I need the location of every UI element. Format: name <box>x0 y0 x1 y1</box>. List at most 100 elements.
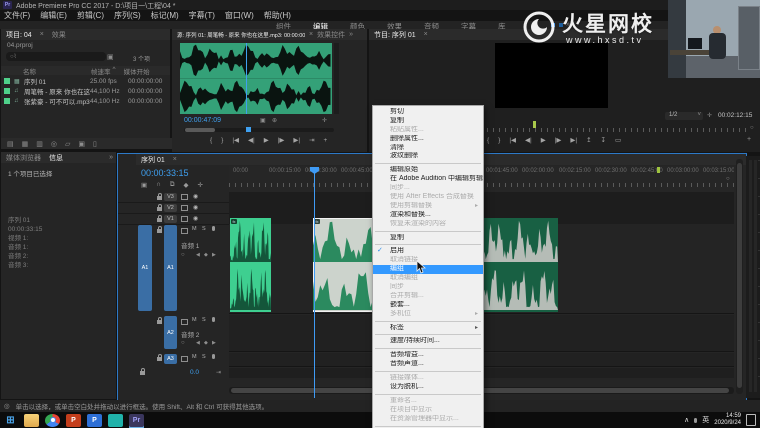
context-menu-item[interactable] <box>375 163 481 164</box>
track-output-eye-icon[interactable]: ◉ <box>193 204 198 211</box>
context-menu-item[interactable]: 速度/持续时间... <box>373 337 483 346</box>
timeline-tool-icon[interactable]: ⧉ <box>170 181 175 189</box>
solo-button[interactable]: S <box>202 226 206 232</box>
project-tool-icon[interactable]: ▤ <box>7 140 14 148</box>
source-waveform-display[interactable] <box>180 43 332 114</box>
track-target-a3[interactable]: A3 <box>164 354 177 364</box>
source-compare-icon[interactable]: ⊕ <box>272 117 277 124</box>
source-scrollbar[interactable] <box>334 43 339 114</box>
transport-button[interactable]: ↥ <box>586 136 591 144</box>
track-name-label[interactable]: 音频 2 <box>181 329 199 339</box>
project-search-input[interactable]: ○⌇ <box>6 52 106 61</box>
pan-knob-icon[interactable]: ○ <box>181 340 185 346</box>
transport-button[interactable]: |◀ <box>232 136 239 144</box>
tab-sequence[interactable]: 序列 01 <box>141 155 165 165</box>
info-overflow-chevron-icon[interactable]: » <box>109 154 113 161</box>
transport-button[interactable]: ◀| <box>525 136 532 144</box>
context-menu-item[interactable]: 剪切 <box>373 108 483 117</box>
project-tool-icon[interactable]: ▯ <box>93 140 97 148</box>
source-tab-close-icon[interactable]: × <box>309 31 313 38</box>
add-keyframe-icon[interactable]: ◆ <box>204 340 208 346</box>
project-tab-close-icon[interactable]: × <box>40 31 44 38</box>
context-menu-item[interactable]: 多机位 ▸ <box>373 310 483 319</box>
context-menu-item[interactable]: 音频增益... <box>373 351 483 360</box>
menu-item[interactable]: 序列(S) <box>114 10 141 21</box>
context-menu-item[interactable]: 编组 <box>373 265 483 274</box>
menu-item[interactable]: 编辑(E) <box>40 10 67 21</box>
track-lock-icon[interactable] <box>157 357 162 361</box>
media-name[interactable]: 张紫豪 - 可不可以.mp3 <box>24 96 90 106</box>
transport-button[interactable]: ▶ <box>541 136 546 144</box>
program-marker[interactable] <box>533 121 536 128</box>
project-tool-icon[interactable]: ◎ <box>51 140 57 148</box>
menu-item[interactable]: 窗口(W) <box>225 10 254 21</box>
context-menu-item[interactable]: 嵌套... <box>373 301 483 310</box>
info-tab[interactable]: 媒体浏览器 <box>6 153 41 163</box>
taskbar-app-icon[interactable] <box>45 414 60 427</box>
transport-button[interactable]: + <box>324 137 328 144</box>
sequence-tab-close-icon[interactable]: × <box>173 156 177 163</box>
taskbar-clock[interactable]: 14:59 2020/9/24 <box>714 413 741 427</box>
project-tool-icon[interactable]: ▥ <box>36 140 43 148</box>
transport-button[interactable]: |◀ <box>509 136 516 144</box>
transport-button[interactable]: { <box>210 137 212 144</box>
track-lock-icon[interactable] <box>157 196 162 200</box>
project-media-row[interactable]: ♫ 张紫豪 - 可不可以.mp3 44,100 Hz 00:00:00:00 <box>1 96 170 106</box>
source-zoom-thumb[interactable] <box>185 128 215 132</box>
tab-project[interactable]: 项目: 04 <box>6 30 32 40</box>
add-keyframe-icon[interactable]: ◆ <box>204 252 208 258</box>
info-tab[interactable]: 信息 <box>49 153 63 163</box>
context-menu-item[interactable]: 音频声道... <box>373 360 483 369</box>
context-menu-item[interactable] <box>375 426 481 427</box>
mute-button[interactable]: M <box>192 354 197 360</box>
sync-lock-icon[interactable] <box>181 194 188 200</box>
transport-button[interactable]: ▶| <box>570 136 577 144</box>
tab-effect-controls[interactable]: 效果控件 <box>317 30 345 40</box>
source-patch-a1[interactable]: A1 <box>138 225 152 311</box>
context-menu-item[interactable] <box>375 321 481 322</box>
taskbar-app-icon[interactable]: P <box>87 414 102 427</box>
source-settings-icon[interactable]: ▣ <box>260 117 266 124</box>
timeline-tool-icon[interactable]: ▣ <box>141 181 147 189</box>
tab-program[interactable]: 节目: 序列 01 <box>374 30 416 40</box>
context-menu-item[interactable]: 使用剪辑替换 ▸ <box>373 202 483 211</box>
tray-expand-icon[interactable]: ∧ <box>684 416 689 424</box>
mute-button[interactable]: M <box>192 226 197 232</box>
program-zoom-select[interactable]: 1/2 ˅ <box>665 112 703 120</box>
timeline-tool-icon[interactable]: ✛ <box>197 181 202 189</box>
context-menu-item[interactable]: 编辑原始 <box>373 166 483 175</box>
track-lock-icon[interactable] <box>157 320 162 324</box>
context-menu-item[interactable]: 使用 After Effects 合成替换 <box>373 193 483 202</box>
menu-item[interactable]: 字幕(T) <box>189 10 215 21</box>
program-zoom-handle-icon[interactable]: ○ <box>750 125 754 131</box>
column-media-start[interactable]: 媒体开始 <box>124 66 150 75</box>
timeline-tool-icon[interactable]: ∩ <box>156 181 161 189</box>
pan-knob-icon[interactable]: ○ <box>181 252 185 258</box>
solo-button[interactable]: S <box>202 354 206 360</box>
solo-button[interactable]: S <box>202 317 206 323</box>
voiceover-mic-icon[interactable] <box>212 226 215 231</box>
track-lock-icon[interactable] <box>157 229 162 233</box>
project-tool-icon[interactable]: ▱ <box>65 140 70 148</box>
source-overflow-chevron-icon[interactable]: » <box>349 31 353 38</box>
taskbar-app-icon[interactable] <box>108 414 123 427</box>
context-menu-item[interactable]: 重命名... <box>373 397 483 406</box>
tab-effects[interactable]: 效果 <box>52 30 66 40</box>
column-rate[interactable]: 帧速率 <box>91 66 111 75</box>
prev-keyframe-icon[interactable]: ◀ <box>196 252 200 258</box>
menu-item[interactable]: 剪辑(C) <box>77 10 104 21</box>
timeline-vscroll-track[interactable] <box>736 159 743 394</box>
transport-button[interactable]: ▶| <box>293 136 300 144</box>
context-menu-item[interactable]: 删除属性... <box>373 135 483 144</box>
sync-lock-icon[interactable] <box>181 228 188 234</box>
context-menu-item[interactable]: 取消链接 <box>373 256 483 265</box>
context-menu-item[interactable] <box>375 231 481 232</box>
transport-button[interactable]: ▭ <box>615 136 621 144</box>
transport-button[interactable]: } <box>498 137 500 144</box>
label-color-chip[interactable] <box>4 98 10 104</box>
track-target-button[interactable]: V2 <box>164 204 177 212</box>
audio-clip-1[interactable]: fx <box>230 218 271 312</box>
sync-lock-icon[interactable] <box>181 356 188 362</box>
sync-lock-icon[interactable] <box>181 205 188 211</box>
ime-indicator[interactable]: 英 <box>702 415 709 425</box>
